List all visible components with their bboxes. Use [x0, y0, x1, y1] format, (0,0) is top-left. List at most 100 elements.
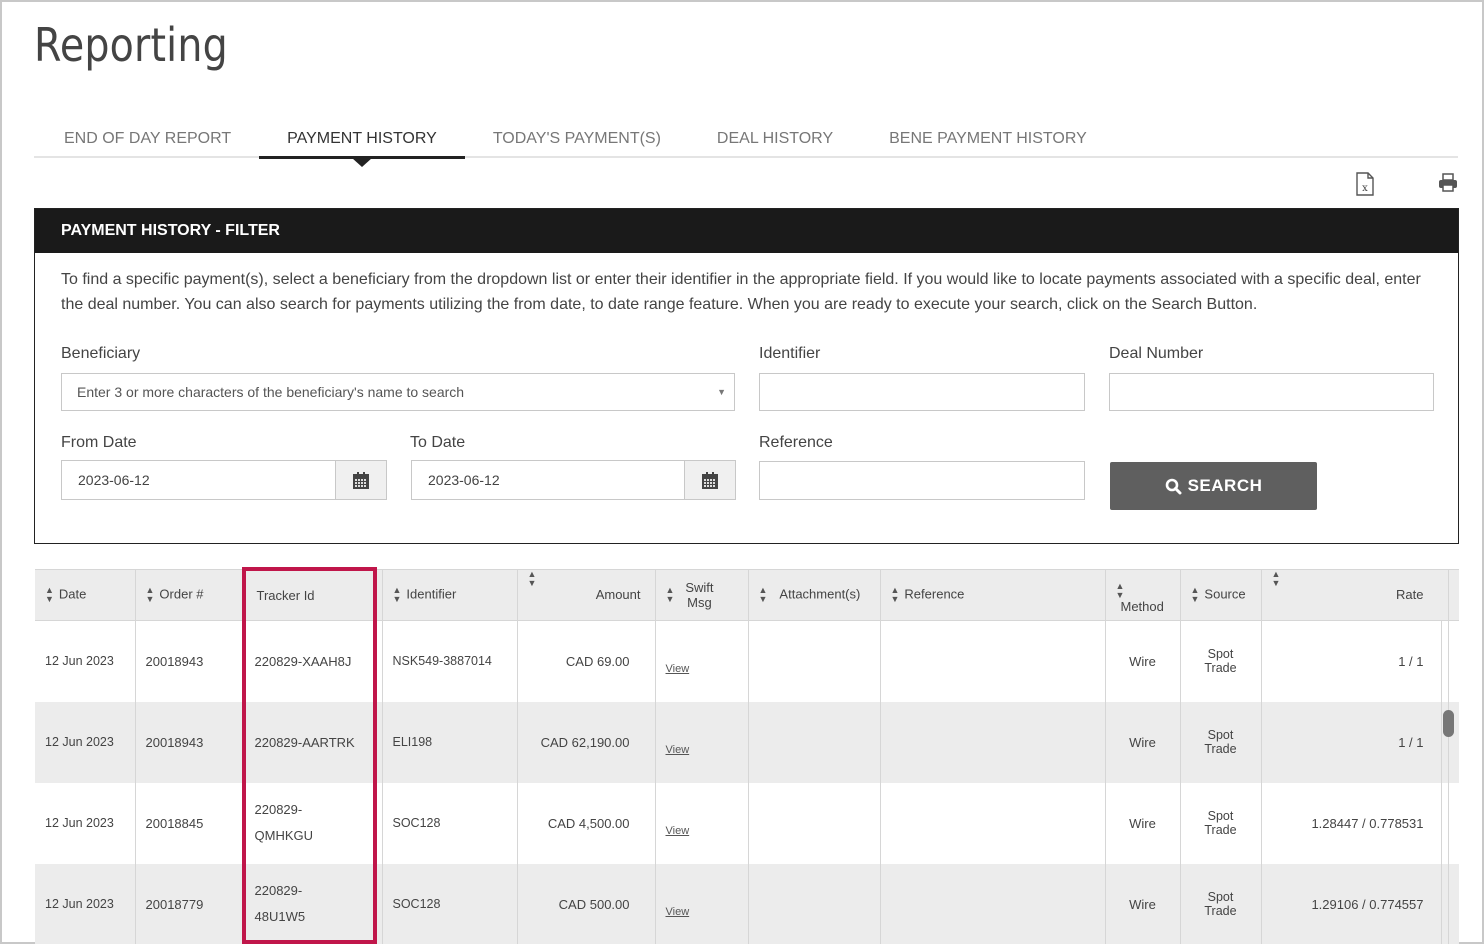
from-date-calendar-button[interactable] — [335, 461, 386, 499]
svg-text:x: x — [1362, 183, 1368, 194]
reference-label: Reference — [759, 434, 833, 451]
swift-view-link[interactable]: View — [666, 744, 690, 756]
table-row: 12 Jun 2023 20018845 220829-QMHKGU SOC128 CA… — [35, 782, 1459, 864]
tab-deal-history[interactable]: DEAL HISTORY — [689, 120, 861, 158]
cell-more — [1448, 863, 1459, 944]
tab-todays-payments[interactable]: TODAY'S PAYMENT(S) — [465, 120, 689, 158]
deal-number-input[interactable] — [1109, 373, 1434, 411]
swift-view-link[interactable]: View — [666, 906, 690, 918]
cell-date: 12 Jun 2023 — [35, 782, 136, 864]
sort-icon: ▲▼ — [1115, 581, 1125, 600]
vertical-scrollbar[interactable] — [1443, 710, 1454, 737]
sort-icon: ▲▼ — [665, 585, 675, 604]
print-icon[interactable] — [1437, 172, 1461, 196]
table-row: 12 Jun 2023 20018943 220829-AARTRK ELI198 CA… — [35, 701, 1459, 783]
calendar-icon — [702, 471, 718, 489]
col-header-tracker-id[interactable]: Tracker Id — [242, 570, 383, 621]
cell-attachments — [748, 701, 881, 783]
cell-order: 20018845 — [135, 782, 243, 864]
from-date-input[interactable] — [62, 461, 336, 499]
scrollbar-track — [1441, 620, 1442, 944]
tab-payment-history[interactable]: PAYMENT HISTORY — [259, 120, 465, 167]
cell-tracker-id: 220829-48U1W5 — [242, 863, 383, 944]
col-header-swift-msg[interactable]: ▲ ▼Swift Msg — [655, 570, 749, 621]
cell-reference — [880, 701, 1106, 783]
cell-identifier: NSK549-3887014 — [382, 620, 518, 702]
cell-reference — [880, 863, 1106, 944]
cell-amount: CAD 69.00 — [517, 620, 656, 702]
cell-reference — [880, 782, 1106, 864]
table-row: 12 Jun 2023 20018779 220829-48U1W5 SOC128 CA… — [35, 863, 1459, 944]
report-tabs: END OF DAY REPORT PAYMENT HISTORY TODAY'… — [34, 120, 1458, 167]
col-header-order[interactable]: ▲ ▼ Order # — [135, 570, 243, 621]
deal-number-label: Deal Number — [1109, 345, 1204, 362]
cell-source: Spot Trade — [1180, 863, 1262, 944]
cell-amount: CAD 62,190.00 — [517, 701, 656, 783]
cell-identifier: ELI198 — [382, 701, 518, 783]
search-button[interactable]: SEARCH — [1110, 462, 1317, 510]
col-header-identifier[interactable]: ▲ ▼ Identifier — [382, 570, 518, 621]
beneficiary-select[interactable]: Enter 3 or more characters of the benefi… — [61, 373, 735, 411]
cell-method: Wire — [1105, 701, 1181, 783]
col-header-attachments[interactable]: ▲ ▼ Attachment(s) — [748, 570, 881, 621]
sort-icon: ▲▼ — [392, 585, 402, 604]
swift-view-link[interactable]: View — [666, 825, 690, 837]
cell-attachments — [748, 863, 881, 944]
page-title: Reporting — [34, 18, 228, 72]
swift-view-link[interactable]: View — [666, 663, 690, 675]
col-header-more[interactable]: ▲▼ — [1448, 570, 1459, 621]
filter-title: PAYMENT HISTORY - FILTER — [35, 209, 1458, 253]
to-date-input[interactable] — [412, 461, 685, 499]
table-row: 12 Jun 2023 20018943 220829-XAAH8J NSK549-3… — [35, 620, 1459, 702]
to-date-calendar-button[interactable] — [684, 461, 735, 499]
cell-method: Wire — [1105, 782, 1181, 864]
identifier-input[interactable] — [759, 373, 1085, 411]
sort-icon: ▲▼ — [45, 585, 54, 604]
col-header-date[interactable]: ▲ ▼ Date — [35, 570, 136, 621]
col-header-amount[interactable]: ▲ ▼ Amount — [517, 570, 656, 621]
tab-end-of-day-report[interactable]: END OF DAY REPORT — [34, 120, 259, 158]
cell-date: 12 Jun 2023 — [35, 863, 136, 944]
tab-bene-payment-history[interactable]: BENE PAYMENT HISTORY — [861, 120, 1115, 158]
col-header-reference[interactable]: ▲ ▼ Reference — [880, 570, 1106, 621]
cell-order: 20018779 — [135, 863, 243, 944]
sort-icon: ▲▼ — [758, 585, 768, 604]
sort-icon: ▲▼ — [527, 570, 537, 588]
sort-icon: ▲▼ — [1459, 586, 1460, 604]
cell-source: Spot Trade — [1180, 620, 1262, 702]
col-header-source[interactable]: ▲ ▼ Source — [1180, 570, 1262, 621]
cell-more — [1448, 782, 1459, 864]
cell-order: 20018943 — [135, 620, 243, 702]
payment-history-filter-panel: PAYMENT HISTORY - FILTER To find a speci… — [34, 208, 1459, 544]
cell-identifier: SOC128 — [382, 863, 518, 944]
reference-input[interactable] — [759, 461, 1085, 500]
cell-attachments — [748, 782, 881, 864]
to-date-picker — [411, 460, 736, 500]
cell-amount: CAD 4,500.00 — [517, 782, 656, 864]
cell-date: 12 Jun 2023 — [35, 620, 136, 702]
cell-method: Wire — [1105, 863, 1181, 944]
excel-export-icon[interactable]: x — [1354, 172, 1378, 196]
cell-swift-msg: View — [655, 863, 749, 944]
col-header-rate[interactable]: ▲ ▼ Rate — [1261, 570, 1449, 621]
cell-swift-msg: View — [655, 782, 749, 864]
sort-icon: ▲▼ — [145, 585, 155, 604]
cell-tracker-id: 220829-AARTRK — [242, 701, 383, 783]
table-header-row: ▲ ▼ Date ▲ ▼ Order # Tracker Id ▲ ▼ Identifier… — [35, 570, 1459, 621]
beneficiary-label: Beneficiary — [61, 345, 141, 362]
cell-identifier: SOC128 — [382, 782, 518, 864]
filter-description: To find a specific payment(s), select a … — [61, 271, 1421, 313]
cell-tracker-id: 220829-XAAH8J — [242, 620, 383, 702]
cell-rate: 1.28447 / 0.778531 — [1261, 782, 1449, 864]
calendar-icon — [353, 471, 369, 489]
cell-amount: CAD 500.00 — [517, 863, 656, 944]
cell-more — [1448, 620, 1459, 702]
sort-icon: ▲▼ — [890, 585, 900, 604]
col-header-method[interactable]: ▲ ▼ Method — [1105, 570, 1181, 621]
cell-swift-msg: View — [655, 701, 749, 783]
search-icon — [1165, 478, 1182, 494]
cell-source: Spot Trade — [1180, 782, 1262, 864]
payment-history-table: ▲ ▼ Date ▲ ▼ Order # Tracker Id ▲ ▼ Identifier… — [35, 569, 1459, 944]
from-date-label: From Date — [61, 434, 137, 451]
cell-method: Wire — [1105, 620, 1181, 702]
